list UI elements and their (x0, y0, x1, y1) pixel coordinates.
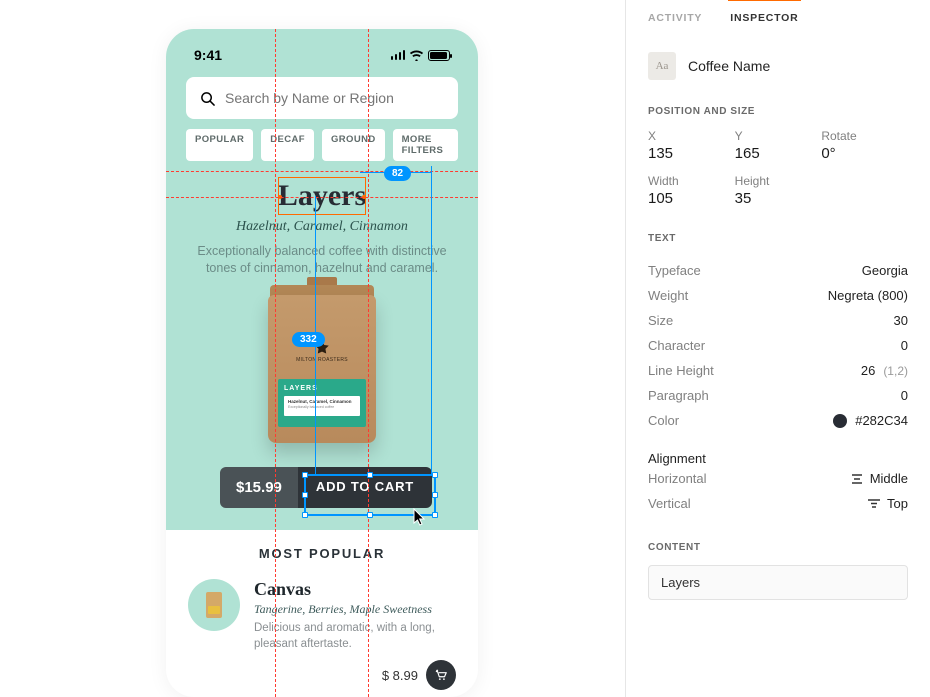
most-popular-section: MOST POPULAR Canvas Tangerine, Berries, … (166, 530, 478, 690)
popular-thumb (188, 579, 240, 631)
filter-popular[interactable]: POPULAR (186, 129, 253, 161)
bag-label-line2: Exceptionally balanced coffee (288, 405, 356, 409)
search-input[interactable] (225, 90, 444, 106)
search-icon (200, 91, 215, 106)
status-time: 9:41 (194, 47, 222, 63)
price-button[interactable]: $15.99 (220, 467, 298, 508)
align-top-icon (867, 498, 881, 510)
buy-row: $15.99 ADD TO CART (220, 467, 432, 508)
filter-more[interactable]: MORE FILTERS (393, 129, 458, 161)
content-input[interactable] (648, 565, 908, 600)
popular-add-button[interactable] (426, 660, 456, 690)
filter-ground[interactable]: GROUND (322, 129, 385, 161)
cursor-icon (413, 508, 427, 526)
inspector-tabs: ACTIVITY INSPECTOR (648, 12, 908, 30)
text-weight[interactable]: WeightNegreta (800) (648, 283, 908, 308)
product-title-text: Layers (278, 179, 366, 212)
popular-description: Delicious and aromatic, with a long, ple… (254, 621, 456, 652)
tab-inspector[interactable]: INSPECTOR (730, 12, 798, 30)
text-lineheight[interactable]: Line Height26(1,2) (648, 358, 908, 383)
color-swatch[interactable] (833, 414, 847, 428)
tab-activity[interactable]: ACTIVITY (648, 12, 702, 30)
popular-subtitle: Tangerine, Berries, Maple Sweetness (254, 602, 456, 617)
align-horizontal[interactable]: Horizontal Middle (648, 466, 908, 491)
position-grid: X135 Y165 Rotate0° Width105 Height35 (648, 129, 908, 207)
filter-decaf[interactable]: DECAF (261, 129, 314, 161)
product-description: Exceptionally balanced coffee with disti… (192, 243, 452, 277)
text-character[interactable]: Character0 (648, 333, 908, 358)
text-color[interactable]: Color#282C34 (648, 408, 908, 433)
section-text: TEXT (648, 233, 908, 244)
add-to-cart-button[interactable]: ADD TO CART (298, 467, 432, 508)
popular-title: Canvas (254, 579, 456, 600)
pos-x[interactable]: X135 (648, 129, 735, 162)
brand-name: MILTON ROASTERS (268, 357, 376, 363)
text-size[interactable]: Size30 (648, 308, 908, 333)
status-bar: 9:41 (166, 29, 478, 63)
battery-icon (428, 50, 450, 61)
mini-bag-icon (206, 592, 222, 618)
measure-badge-82: 82 (384, 166, 411, 181)
filter-row: POPULAR DECAF GROUND MORE FILTERS (186, 129, 458, 161)
align-middle-icon (850, 473, 864, 485)
section-position: POSITION AND SIZE (648, 106, 908, 117)
text-paragraph[interactable]: Paragraph0 (648, 383, 908, 408)
bag-label-name: LAYERS (284, 385, 360, 392)
design-canvas[interactable]: 9:41 POPULAR DECAF GROUND MORE FILTERS L… (0, 0, 625, 697)
inspector-panel: ACTIVITY INSPECTOR Aa Coffee Name POSITI… (625, 0, 930, 697)
bag-body: MILTON ROASTERS LAYERS Hazelnut, Caramel… (268, 295, 376, 443)
selection-handle[interactable] (362, 195, 366, 199)
selected-layer-row[interactable]: Aa Coffee Name (648, 52, 908, 80)
align-vertical[interactable]: Vertical Top (648, 491, 908, 516)
wifi-icon (409, 50, 424, 61)
alignment-head: Alignment (648, 451, 908, 466)
text-layer-icon: Aa (648, 52, 676, 80)
cart-icon (434, 668, 448, 682)
search-bar[interactable] (186, 77, 458, 119)
most-popular-heading: MOST POPULAR (188, 546, 456, 561)
pos-width[interactable]: Width105 (648, 174, 735, 207)
bag-label: LAYERS Hazelnut, Caramel, Cinnamon Excep… (278, 379, 366, 427)
pos-y[interactable]: Y165 (735, 129, 822, 162)
cellular-icon (391, 50, 406, 60)
measure-line-vertical (431, 166, 432, 476)
pos-rotate[interactable]: Rotate0° (821, 129, 908, 162)
selected-layer-name: Coffee Name (688, 58, 770, 74)
status-icons (391, 50, 451, 61)
product-image[interactable]: MILTON ROASTERS LAYERS Hazelnut, Caramel… (268, 273, 376, 443)
measure-badge-332: 332 (292, 332, 325, 347)
bag-label-line1: Hazelnut, Caramel, Cinnamon (288, 399, 356, 404)
text-typeface[interactable]: TypefaceGeorgia (648, 258, 908, 283)
pos-height[interactable]: Height35 (735, 174, 822, 207)
popular-item[interactable]: Canvas Tangerine, Berries, Maple Sweetne… (188, 579, 456, 690)
section-content: CONTENT (648, 542, 908, 553)
popular-price: $ 8.99 (382, 668, 418, 683)
